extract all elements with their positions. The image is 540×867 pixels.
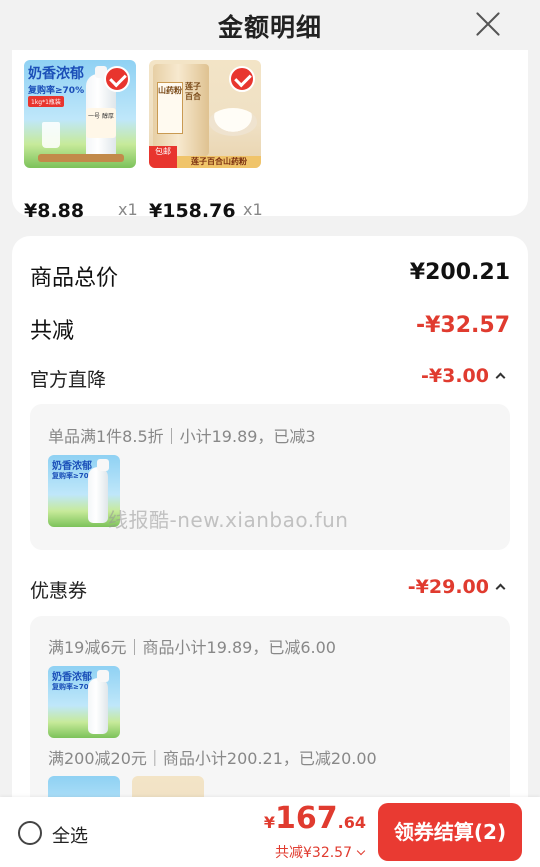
total-price-label: 商品总价 (30, 266, 119, 291)
total-payable: ¥167.64 (264, 801, 366, 836)
product-image: 奶香浓郁 复购率≥70% 1kg*1瓶装 一号 醇厚 (24, 60, 136, 168)
product-thumbnail: 奶香浓郁 复购率≥70% (48, 666, 120, 738)
products-card: 奶香浓郁 复购率≥70% 1kg*1瓶装 一号 醇厚 ¥8.88 x1 山药粉 … (12, 30, 528, 222)
currency-symbol: ¥ (263, 813, 276, 832)
official-discount-value: -¥3.00 (421, 365, 489, 387)
product-price: ¥158.76 (149, 200, 236, 222)
bottle-label: 一号 醇厚 (86, 108, 116, 138)
total-decimal: .64 (337, 813, 366, 832)
free-shipping-badge: 包邮 (149, 146, 177, 168)
chevron-up-icon (495, 372, 506, 383)
discount-summary-toggle[interactable]: 共减¥32.57 (275, 842, 366, 862)
official-discount-label: 官方直降 (30, 369, 107, 391)
discount-summary: 共减¥32.57 (275, 845, 352, 861)
coupon-value: -¥29.00 (407, 576, 489, 598)
chevron-up-icon (495, 583, 506, 594)
header: 金额明细 (0, 0, 540, 50)
chevron-down-icon (356, 846, 366, 856)
product-quantity: x1 (243, 200, 263, 219)
close-icon[interactable] (474, 10, 502, 38)
checkout-bar: 全选 ¥167.64 共减¥32.57 领券结算(2) (0, 797, 540, 867)
check-icon[interactable] (104, 66, 130, 92)
select-all-label[interactable]: 全选 (52, 822, 88, 848)
product-art-tag: 1kg*1瓶装 (28, 96, 64, 107)
milk-bottle-icon (88, 670, 109, 734)
product-image: 山药粉 莲子百合 包邮 莲子百合山药粉 (149, 60, 261, 168)
coupon-detail-text: 满19减6元｜商品小计19.89，已减6.00 (48, 638, 336, 657)
total-reduce-label: 共减 (30, 319, 75, 344)
product-art-headline: 奶香浓郁 (28, 66, 84, 82)
glass-icon (42, 122, 60, 148)
product-art-strip: 莲子百合山药粉 (177, 156, 261, 168)
coupon-detail: 满19减6元｜商品小计19.89，已减6.00 奶香浓郁 复购率≥70% 满20… (30, 616, 510, 848)
milk-bottle-icon (88, 459, 109, 523)
coupon-label: 优惠券 (30, 580, 88, 602)
watermark: 线报酷-new.xianbao.fun (108, 508, 349, 532)
total-reduce-value: -¥32.57 (415, 313, 510, 338)
product-art-sub: 复购率≥70% (28, 86, 85, 96)
product-quantity: x1 (118, 200, 138, 219)
swing-icon (38, 154, 124, 162)
coupon-detail-text: 满200减20元｜商品小计200.21，已减20.00 (48, 749, 377, 768)
checkout-button[interactable]: 领券结算(2) (378, 803, 522, 861)
product-price: ¥8.88 (24, 200, 85, 222)
page-title: 金额明细 (217, 13, 322, 42)
can-label-right: 莲子百合 (185, 82, 201, 101)
check-icon[interactable] (229, 66, 255, 92)
select-all-checkbox[interactable] (18, 821, 42, 845)
bowl-icon (209, 108, 257, 136)
coupon-toggle[interactable]: -¥29.00 (407, 576, 506, 598)
product-item[interactable]: 山药粉 莲子百合 包邮 莲子百合山药粉 ¥158.76 x1 (149, 60, 263, 222)
total-integer: 167 (275, 801, 338, 836)
can-label-left: 山药粉 (157, 82, 183, 134)
official-discount-detail-text: 单品满1件8.5折｜小计19.89，已减3 (48, 427, 316, 446)
official-discount-toggle[interactable]: -¥3.00 (421, 365, 506, 387)
product-item[interactable]: 奶香浓郁 复购率≥70% 1kg*1瓶装 一号 醇厚 ¥8.88 x1 (24, 60, 138, 222)
total-price-value: ¥200.21 (409, 260, 510, 285)
